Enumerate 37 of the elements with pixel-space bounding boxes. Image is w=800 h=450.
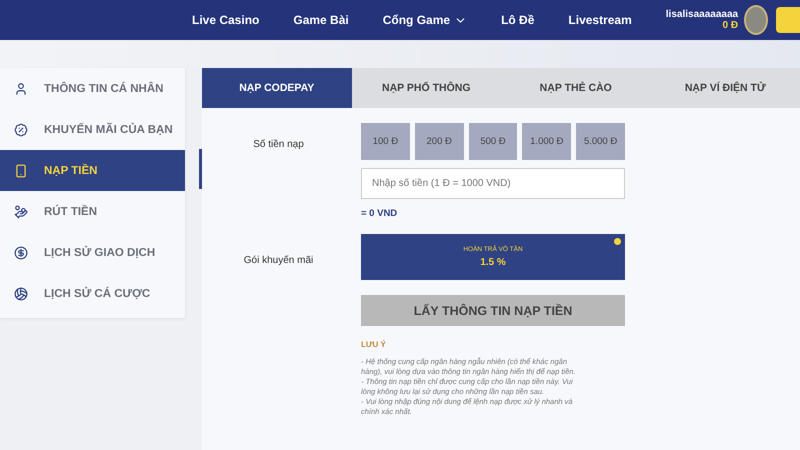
amount-option[interactable]: 200 Đ <box>414 123 464 160</box>
tab[interactable]: NẠP THẺ CÀO <box>501 68 650 108</box>
sidebar-item[interactable]: NẠP TIỀN <box>0 150 185 191</box>
amount-option[interactable]: 5.000 Đ <box>576 123 625 160</box>
submit-button[interactable]: LẤY THÔNG TIN NẠP TIỀN <box>361 295 625 326</box>
sidebar-item[interactable]: RÚT TIỀN <box>0 191 185 232</box>
phone-icon <box>14 164 28 178</box>
nav-link[interactable]: Lô Đề <box>501 13 534 27</box>
promo-value: 1.5 % <box>480 257 506 268</box>
sidebar-item[interactable]: LỊCH SỬ CÁ CƯỢC <box>0 273 185 314</box>
sidebar-item[interactable]: LỊCH SỬ GIAO DỊCH <box>0 232 185 273</box>
avatar[interactable] <box>744 5 768 35</box>
converted-amount: = 0 VND <box>361 208 398 219</box>
field-label: Số tiền nạp <box>252 138 305 152</box>
username: lisalisaaaaaaaa <box>666 9 738 20</box>
tab[interactable]: NẠP VÍ ĐIỆN TỬ <box>650 68 800 108</box>
nav-link[interactable]: Livestream <box>568 13 632 27</box>
amount-option[interactable]: 500 Đ <box>468 123 518 160</box>
balance: 0 Đ <box>722 20 738 31</box>
nav-link[interactable]: Cổng Game <box>382 13 468 27</box>
amount-option[interactable]: 1.000 Đ <box>522 123 572 160</box>
sidebar-item[interactable]: KHUYẾN MÃI CỦA BẠN <box>0 109 185 150</box>
notes-title: LƯU Ý <box>361 340 387 349</box>
nav-link[interactable]: Live Casino <box>192 13 260 27</box>
sidebar-item[interactable]: THÔNG TIN CÁ NHÂN <box>0 68 185 109</box>
user-icon <box>14 82 28 96</box>
badge-icon <box>14 122 28 136</box>
ball-icon <box>14 286 28 300</box>
dollar-coin-icon <box>14 246 28 260</box>
amount-option[interactable]: 100 Đ <box>361 123 410 160</box>
tab[interactable]: NẠP PHỔ THÔNG <box>352 68 501 108</box>
field-label: Gói khuyến mãi <box>242 254 314 268</box>
active-indicator <box>199 149 202 189</box>
amount-input[interactable]: Nhập số tiền (1 Đ = 1000 VND) <box>361 168 625 199</box>
hand-coin-icon <box>14 204 28 218</box>
tab[interactable]: NẠP CODEPAY <box>202 68 352 108</box>
nav-link[interactable]: Game Bài <box>293 13 349 27</box>
